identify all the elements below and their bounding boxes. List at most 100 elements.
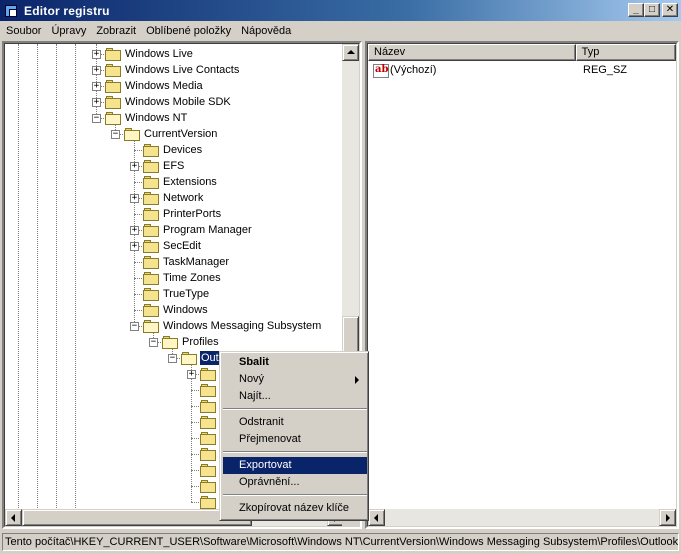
- maximize-button[interactable]: □: [644, 3, 660, 17]
- menu-edit[interactable]: Úpravy: [46, 22, 91, 40]
- tree-hscroll-thumb[interactable]: [22, 509, 252, 526]
- folder-icon: [105, 96, 121, 109]
- open-folder-icon: [143, 320, 159, 333]
- menu-item-find[interactable]: Najít...: [223, 388, 367, 405]
- scroll-up-button[interactable]: [342, 44, 359, 61]
- window-controls: _ □ ✕: [628, 3, 678, 17]
- open-folder-icon: [105, 112, 121, 125]
- folder-icon: [143, 224, 159, 237]
- tree-item[interactable]: − CurrentVersion: [5, 126, 344, 142]
- close-button[interactable]: ✕: [662, 3, 678, 17]
- arrow-left-icon: [11, 514, 15, 522]
- tree-item-label: Windows: [163, 304, 208, 316]
- minimize-button[interactable]: _: [628, 3, 644, 17]
- arrow-left-icon: [374, 514, 378, 522]
- status-bar: Tento počítač\HKEY_CURRENT_USER\Software…: [0, 532, 681, 552]
- tree-item[interactable]: + EFS: [5, 158, 344, 174]
- expand-icon[interactable]: +: [92, 98, 101, 107]
- folder-icon: [200, 496, 216, 509]
- tree-item[interactable]: + Network: [5, 190, 344, 206]
- tree-item[interactable]: + Windows Mobile SDK: [5, 94, 344, 110]
- menu-item-new-label: Nový: [239, 373, 265, 385]
- folder-icon: [143, 160, 159, 173]
- expand-icon[interactable]: +: [130, 226, 139, 235]
- title-bar[interactable]: Editor registru _ □ ✕: [0, 0, 681, 21]
- collapse-icon[interactable]: −: [130, 322, 139, 331]
- menu-item-delete[interactable]: Odstranit: [223, 414, 367, 431]
- folder-icon: [200, 432, 216, 445]
- folder-icon: [105, 80, 121, 93]
- tree-item-label: Windows Media: [125, 80, 203, 92]
- tree-item[interactable]: − Windows Messaging Subsystem: [5, 318, 344, 334]
- menu-help[interactable]: Nápověda: [236, 22, 296, 40]
- tree-item[interactable]: Time Zones: [5, 270, 344, 286]
- menu-item-new[interactable]: Nový: [223, 371, 367, 388]
- tree-item[interactable]: + Windows Live: [5, 46, 344, 62]
- value-name: (Výchozí): [390, 64, 437, 76]
- scroll-left-button[interactable]: [5, 509, 22, 526]
- collapse-icon[interactable]: −: [149, 338, 158, 347]
- tree-item[interactable]: PrinterPorts: [5, 206, 344, 222]
- tree-item[interactable]: + SecEdit: [5, 238, 344, 254]
- folder-icon: [143, 176, 159, 189]
- folder-icon: [143, 272, 159, 285]
- tree-item[interactable]: TaskManager: [5, 254, 344, 270]
- string-value-icon: ab: [373, 64, 389, 78]
- list-scroll-left-button[interactable]: [368, 509, 385, 526]
- submenu-arrow-icon: [355, 376, 359, 384]
- folder-icon: [200, 448, 216, 461]
- tree-item[interactable]: Extensions: [5, 174, 344, 190]
- collapse-icon[interactable]: −: [111, 130, 120, 139]
- expand-icon[interactable]: +: [92, 50, 101, 59]
- arrow-right-icon: [666, 514, 670, 522]
- column-type-header[interactable]: Typ: [575, 44, 676, 61]
- tree-item[interactable]: Windows: [5, 302, 344, 318]
- tree-item-label: Profiles: [182, 336, 219, 348]
- menu-item-export[interactable]: Exportovat: [223, 457, 367, 474]
- tree-item[interactable]: + Program Manager: [5, 222, 344, 238]
- folder-icon: [143, 288, 159, 301]
- expand-icon[interactable]: +: [92, 66, 101, 75]
- list-item[interactable]: ab (Výchozí) REG_SZ: [368, 63, 676, 79]
- collapse-icon[interactable]: −: [92, 114, 101, 123]
- tree-item-label: TrueType: [163, 288, 210, 300]
- menu-item-collapse[interactable]: Sbalit: [223, 354, 367, 371]
- folder-icon: [105, 64, 121, 77]
- tree-item-label: Network: [163, 192, 204, 204]
- collapse-icon[interactable]: −: [168, 354, 177, 363]
- list-scroll-right-button[interactable]: [659, 509, 676, 526]
- menu-item-copy-key-name[interactable]: Zkopírovat název klíče: [223, 500, 367, 517]
- menu-favorites[interactable]: Oblíbené položky: [141, 22, 236, 40]
- tree-item[interactable]: + Windows Live Contacts: [5, 62, 344, 78]
- tree-item-label: Devices: [163, 144, 203, 156]
- expand-icon[interactable]: +: [187, 370, 196, 379]
- folder-icon: [105, 48, 121, 61]
- folder-icon: [200, 384, 216, 397]
- context-menu: Sbalit Nový Najít... Odstranit Přejmenov…: [219, 351, 369, 521]
- expand-icon[interactable]: +: [92, 82, 101, 91]
- menu-separator: [223, 451, 367, 453]
- expand-icon[interactable]: +: [130, 194, 139, 203]
- arrow-up-icon: [347, 50, 355, 54]
- menu-separator: [223, 408, 367, 410]
- menu-file[interactable]: Soubor: [0, 22, 46, 40]
- tree-item[interactable]: Devices: [5, 142, 344, 158]
- tree-item[interactable]: + Windows Media: [5, 78, 344, 94]
- expand-icon[interactable]: +: [130, 242, 139, 251]
- expand-icon[interactable]: +: [130, 162, 139, 171]
- menu-item-permissions[interactable]: Oprávnění...: [223, 474, 367, 491]
- tree-item-label: TaskManager: [163, 256, 230, 268]
- menu-view[interactable]: Zobrazit: [91, 22, 141, 40]
- menu-item-rename[interactable]: Přejmenovat: [223, 431, 367, 448]
- folder-icon: [200, 464, 216, 477]
- tree-item[interactable]: TrueType: [5, 286, 344, 302]
- tree-item-label: Windows Live Contacts: [125, 64, 240, 76]
- tree-item[interactable]: − Profiles: [5, 334, 344, 350]
- menu-separator: [223, 494, 367, 496]
- tree-item-label: Windows NT: [125, 112, 188, 124]
- list-horizontal-scrollbar[interactable]: [368, 509, 676, 526]
- open-folder-icon: [124, 128, 140, 141]
- values-list-pane: Název Typ ab (Výchozí) REG_SZ: [365, 41, 679, 529]
- column-name-header[interactable]: Název: [368, 44, 576, 61]
- tree-item[interactable]: − Windows NT: [5, 110, 344, 126]
